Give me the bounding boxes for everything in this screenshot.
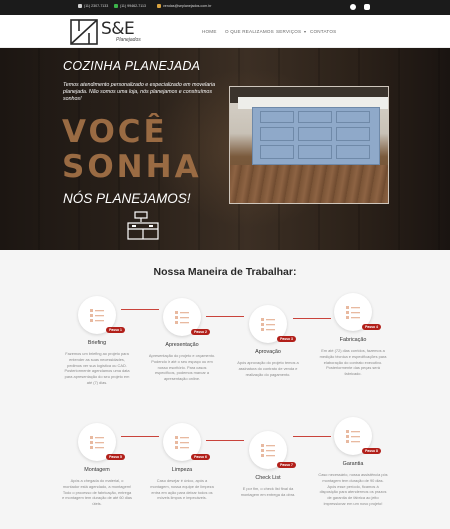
- nav-servicos[interactable]: SERVIÇOS: [276, 29, 306, 34]
- hero-title: COZINHA PLANEJADA: [63, 59, 201, 73]
- whatsapp-icon: [114, 4, 118, 8]
- process-step: Passo 1 Briefing Fazemos um briefing ao …: [60, 296, 134, 386]
- header: S&E Planejados HOME O QUE REALIZAMOS SER…: [0, 15, 450, 48]
- step-description: Apresentação do projeto e orçamento. Pod…: [148, 353, 216, 382]
- phone-link-1[interactable]: (11) 2307-7133: [78, 4, 108, 8]
- checklist-icon: [261, 444, 275, 457]
- kitchen-icon: [127, 211, 159, 240]
- checklist-icon: [346, 306, 360, 319]
- step-title: Apresentação: [165, 342, 199, 348]
- step-description: E por fim, o check list final da montage…: [240, 486, 296, 497]
- step-description: Fazemos um briefing ao projeto para ente…: [64, 351, 130, 385]
- step-title: Aprovação: [255, 349, 281, 355]
- step-description: Caso necessário, nossa assistência pós m…: [318, 472, 388, 506]
- step-icon-circle: Passo 2: [163, 298, 210, 336]
- step-icon-circle: Passo 5: [78, 423, 125, 461]
- process-step: Passo 8 Garantia Caso necessário, nossa …: [316, 417, 390, 507]
- logo-text: S&E: [101, 19, 135, 39]
- step-title: Fabricação: [339, 337, 367, 343]
- step-badge: Passo 5: [106, 454, 125, 460]
- checklist-icon: [175, 311, 189, 324]
- hero-headline-sonha: SONHA: [62, 149, 202, 185]
- step-badge: Passo 2: [191, 329, 210, 335]
- logo-subtitle: Planejados: [116, 37, 141, 43]
- hero-description: Temos atendimento personalizado e especi…: [63, 82, 216, 103]
- process-step: Passo 5 Montagem Após a chegada do mater…: [60, 423, 134, 507]
- process-step: Passo 6 Limpeza Caso desejar é único, ap…: [145, 423, 219, 501]
- process-step: Passo 7 Check List E por fim, o check li…: [231, 431, 305, 498]
- step-title: Check List: [255, 475, 281, 481]
- checklist-icon: [90, 436, 104, 449]
- nav-contatos[interactable]: CONTATOS: [310, 29, 336, 34]
- step-icon-circle: Passo 1: [78, 296, 125, 334]
- facebook-icon[interactable]: [350, 4, 356, 10]
- step-icon-circle: Passo 4: [334, 293, 381, 331]
- step-description: Após a chegada do material, o montador e…: [62, 478, 132, 507]
- kitchen-photo: [229, 86, 389, 204]
- step-badge: Passo 7: [277, 462, 296, 468]
- phone-2-text: (11) 99462-7113: [120, 4, 147, 8]
- nav-home[interactable]: HOME: [202, 29, 217, 34]
- step-icon-circle: Passo 8: [334, 417, 381, 455]
- phone-1-text: (11) 2307-7133: [84, 4, 109, 8]
- step-title: Montagem: [84, 467, 110, 473]
- phone-icon: [78, 4, 82, 8]
- checklist-icon: [175, 436, 189, 449]
- process-step: Passo 2 Apresentação Apresentação do pro…: [145, 298, 219, 382]
- step-description: Caso desejar é único, após a montagem, n…: [150, 478, 214, 501]
- step-badge: Passo 3: [277, 336, 296, 342]
- site-logo[interactable]: S&E Planejados: [70, 19, 141, 45]
- mail-icon: [157, 4, 161, 8]
- process-step: Passo 3 Aprovação Após aprovação do proj…: [231, 305, 305, 377]
- checklist-icon: [346, 430, 360, 443]
- step-icon-circle: Passo 7: [249, 431, 296, 469]
- chevron-down-icon: [303, 30, 306, 33]
- step-title: Briefing: [87, 340, 107, 346]
- instagram-icon[interactable]: [364, 4, 370, 10]
- step-badge: Passo 6: [191, 454, 210, 460]
- page: (11) 2307-7133 (11) 99462-7113 vendas@se…: [0, 0, 450, 529]
- hero-headline-voce: VOCÊ: [62, 114, 168, 150]
- phone-link-2[interactable]: (11) 99462-7113: [114, 4, 146, 8]
- step-icon-circle: Passo 3: [249, 305, 296, 343]
- step-title: Limpeza: [171, 467, 193, 473]
- step-description: Em até (72) dias corridos, fazemos a med…: [319, 348, 387, 377]
- email-link[interactable]: vendas@seplanejados.com.br: [157, 4, 211, 8]
- step-title: Garantia: [342, 461, 364, 467]
- nav-o-que-realizamos[interactable]: O QUE REALIZAMOS: [225, 29, 274, 34]
- email-text: vendas@seplanejados.com.br: [163, 4, 212, 8]
- step-badge: Passo 4: [362, 324, 381, 330]
- nav-servicos-label: SERVIÇOS: [276, 29, 302, 34]
- process-step: Passo 4 Fabricação Em até (72) dias corr…: [316, 293, 390, 377]
- hero-subheadline: NÓS PLANEJAMOS!: [63, 191, 191, 206]
- process-section-title: Nossa Maneira de Trabalhar:: [153, 266, 297, 278]
- checklist-icon: [90, 309, 104, 322]
- step-description: Após aprovação do projeto temos a assina…: [237, 360, 299, 377]
- logo-mark-icon: [70, 19, 98, 45]
- step-badge: Passo 8: [362, 448, 381, 454]
- top-bar: (11) 2307-7133 (11) 99462-7113 vendas@se…: [0, 0, 450, 15]
- checklist-icon: [261, 318, 275, 331]
- step-icon-circle: Passo 6: [163, 423, 210, 461]
- step-badge: Passo 1: [106, 327, 125, 333]
